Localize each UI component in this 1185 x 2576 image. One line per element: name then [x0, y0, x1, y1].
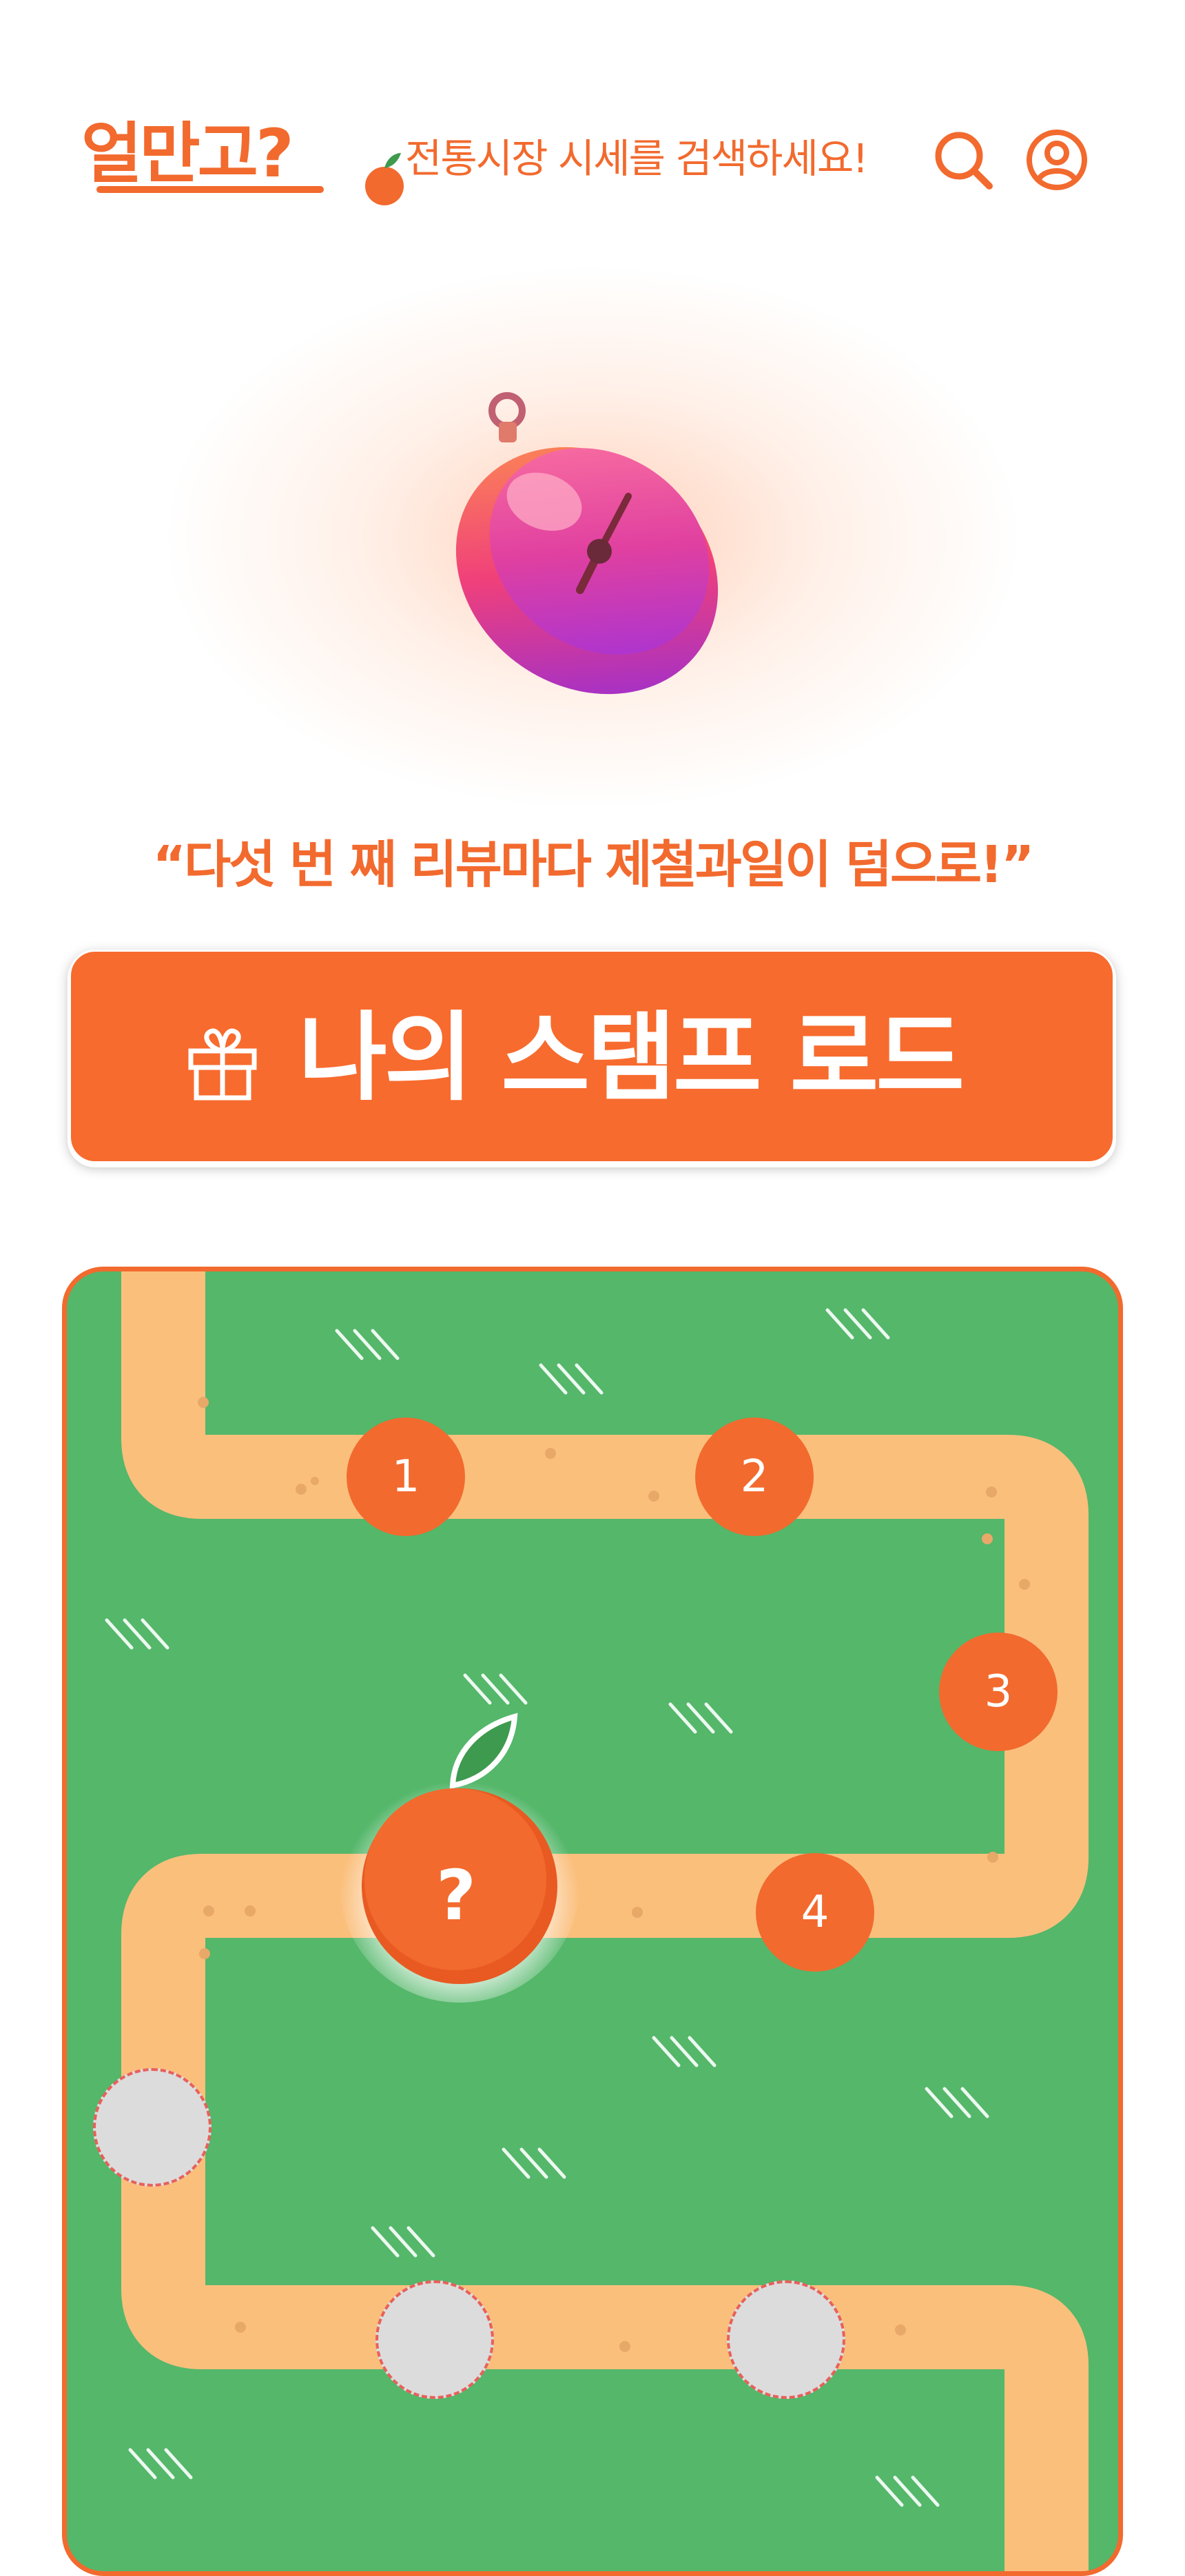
stamp-road-map: 1 2 3 4 ?	[62, 1267, 1123, 2576]
search-prompt[interactable]: 전통시장 시세를 검색하세요!	[405, 131, 887, 186]
stamp-road-label: 나의 스탬프 로드	[298, 1002, 965, 1114]
stamp-locked[interactable]	[93, 2068, 212, 2187]
search-icon[interactable]	[929, 125, 998, 194]
promo-quote: “다섯 번 째 리뷰마다 제철과일이 덤으로!”	[152, 835, 1034, 895]
reward-stamp-label: ?	[435, 1855, 476, 1936]
user-circle-icon[interactable]	[1022, 125, 1091, 194]
stamp-road-button[interactable]: 나의 스탬프 로드	[69, 950, 1115, 1163]
stamp-2[interactable]: 2	[695, 1418, 814, 1536]
logo-underline	[96, 186, 324, 193]
app-logo[interactable]: 얼만고?	[81, 115, 404, 205]
stamp-4[interactable]: 4	[756, 1853, 874, 1972]
reward-stamp[interactable]: ?	[329, 1710, 590, 2006]
logo-text: 얼만고?	[81, 115, 294, 192]
map-background	[105, 1271, 1089, 2571]
stamp-locked[interactable]	[727, 2280, 845, 2399]
stamp-locked[interactable]	[375, 2280, 494, 2399]
stopwatch-icon	[455, 392, 719, 695]
tangerine-icon	[365, 153, 404, 205]
gift-icon	[188, 1028, 257, 1101]
stamp-1[interactable]: 1	[347, 1418, 465, 1536]
stamp-3[interactable]: 3	[939, 1633, 1058, 1751]
